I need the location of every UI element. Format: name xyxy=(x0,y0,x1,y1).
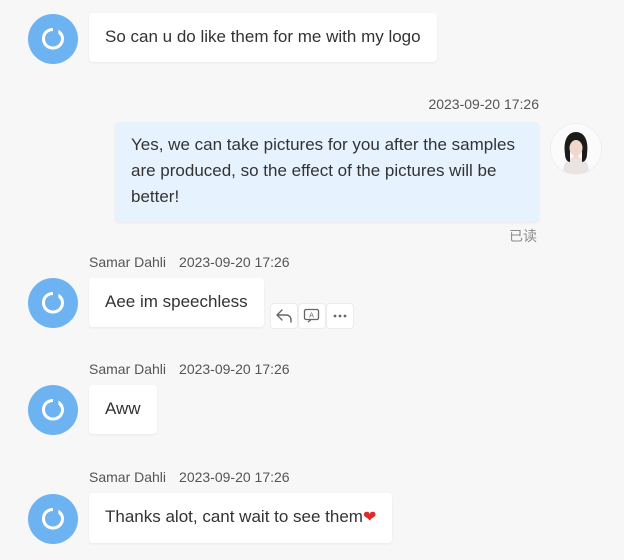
read-status: 已读 xyxy=(509,228,537,244)
chat-bubble-icon xyxy=(42,292,64,314)
reply-icon xyxy=(276,309,292,323)
translate-icon: A xyxy=(303,308,320,323)
message-bubble[interactable]: Thanks alot, cant wait to see them❤ xyxy=(89,493,393,543)
message-text: Thanks alot, cant wait to see them xyxy=(105,507,363,526)
message-meta: Samar Dahli 2023-09-20 17:26 xyxy=(89,361,290,377)
message-timestamp: 2023-09-20 17:26 xyxy=(179,254,290,270)
message-timestamp: 2023-09-20 17:26 xyxy=(179,469,290,485)
message-timestamp: 2023-09-20 17:26 xyxy=(179,361,290,377)
contact-avatar[interactable] xyxy=(28,385,78,435)
svg-text:A: A xyxy=(309,312,314,320)
message-meta: Samar Dahli 2023-09-20 17:26 xyxy=(89,469,290,485)
sender-name: Samar Dahli xyxy=(89,469,167,485)
chat-bubble-icon xyxy=(42,28,64,50)
translate-button[interactable]: A xyxy=(299,304,325,328)
message-text: Aee im speechless xyxy=(105,292,248,311)
message-text: Aww xyxy=(105,399,141,418)
chat-bubble-icon xyxy=(42,399,64,421)
more-button[interactable] xyxy=(327,304,353,328)
contact-avatar[interactable] xyxy=(28,494,78,544)
message-bubble[interactable]: Aee im speechless xyxy=(89,278,264,327)
message-bubble[interactable]: So can u do like them for me with my log… xyxy=(89,13,437,62)
user-avatar[interactable] xyxy=(551,124,601,174)
message-timestamp: 2023-09-20 17:26 xyxy=(428,96,539,112)
message-text: So can u do like them for me with my log… xyxy=(105,27,421,46)
message-meta: Samar Dahli 2023-09-20 17:26 xyxy=(89,254,290,270)
chat-bubble-icon xyxy=(42,508,64,530)
contact-avatar[interactable] xyxy=(28,14,78,64)
message-bubble-outgoing[interactable]: Yes, we can take pictures for you after … xyxy=(115,122,539,222)
message-bubble[interactable]: Aww xyxy=(89,385,157,434)
message-text: Yes, we can take pictures for you after … xyxy=(131,135,515,206)
sender-name: Samar Dahli xyxy=(89,361,167,377)
more-icon xyxy=(333,314,347,318)
sender-name: Samar Dahli xyxy=(89,254,167,270)
profile-photo-icon xyxy=(551,124,601,174)
reply-button[interactable] xyxy=(271,304,297,328)
contact-avatar[interactable] xyxy=(28,278,78,328)
message-actions: A xyxy=(271,304,353,328)
heart-emoji: ❤ xyxy=(362,509,377,526)
